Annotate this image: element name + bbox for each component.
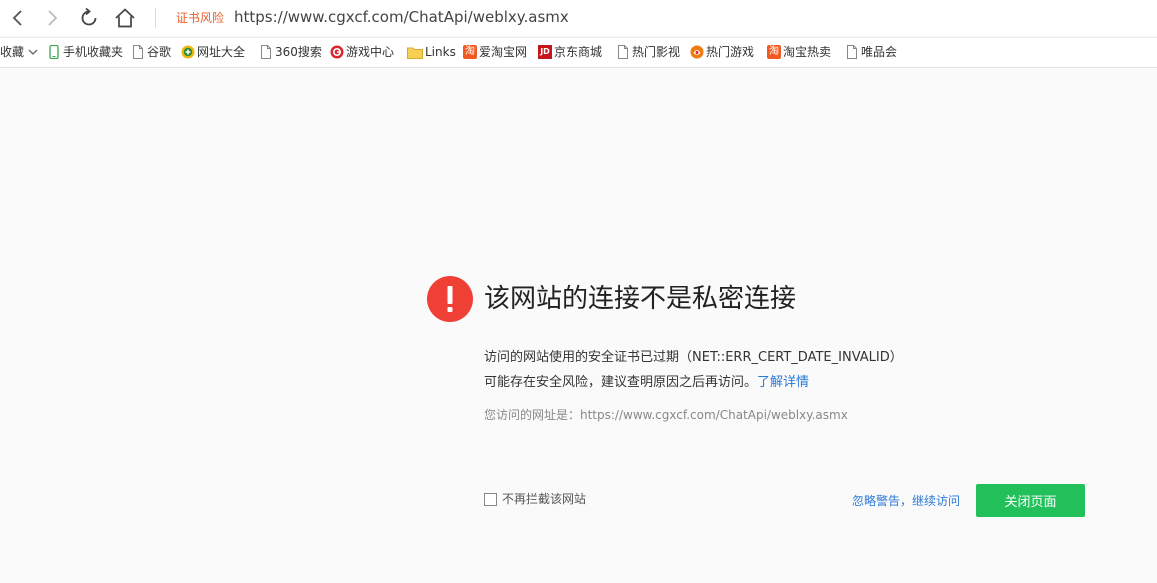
page-icon: [616, 45, 630, 59]
error-title: 该网站的连接不是私密连接: [484, 284, 797, 314]
error-description-line1: 访问的网站使用的安全证书已过期（NET::ERR_CERT_DATE_INVAL…: [484, 350, 903, 365]
ignore-warning-link[interactable]: 忽略警告，继续访问: [852, 493, 960, 509]
learn-more-link[interactable]: 了解详情: [757, 375, 809, 390]
dont-block-checkbox[interactable]: [484, 492, 497, 506]
bookmark-label: 淘宝热卖: [783, 45, 832, 59]
bookmark-label: 热门游戏: [706, 45, 755, 59]
browser-toolbar: 证书风险 https://www.cgxcf.com/ChatApi/weblx…: [0, 0, 1157, 36]
jd-glyph: JD: [540, 47, 550, 56]
page-icon: [131, 45, 145, 59]
bookmark-item[interactable]: JD 京东商城: [538, 44, 602, 60]
bookmark-label: 游戏中心: [346, 45, 395, 59]
bookmark-label: 爱淘宝网: [479, 45, 528, 59]
page-icon: [259, 45, 273, 59]
bookmark-item[interactable]: 网址大全: [181, 44, 245, 60]
bookmark-label: 谷歌: [147, 45, 172, 59]
taobao-glyph: 淘: [465, 46, 475, 57]
hot-games-icon: [690, 45, 704, 59]
exclamation-icon: [447, 286, 453, 312]
bookmark-label: 唯品会: [861, 45, 898, 59]
taobao-icon: 淘: [463, 45, 477, 59]
error-icon: [427, 276, 473, 322]
back-arrow-icon: [12, 10, 22, 26]
forward-arrow-icon: [48, 10, 58, 26]
bookmark-label: 360搜索: [275, 45, 322, 59]
bookmark-item[interactable]: 手机收藏夹: [47, 44, 123, 60]
home-icon: [115, 8, 135, 28]
phone-icon: [47, 45, 61, 59]
jd-icon: JD: [538, 45, 552, 59]
error-description-line2: 可能存在安全风险，建议查明原因之后再访问。了解详情: [484, 374, 809, 392]
bookmarks-folder-label: 收藏: [0, 45, 25, 59]
bookmark-label: 网址大全: [197, 45, 246, 59]
bookmarks-folder[interactable]: 收藏: [0, 44, 38, 60]
bookmark-item[interactable]: 热门游戏: [690, 44, 754, 60]
bookmark-item[interactable]: Links: [406, 44, 456, 60]
bookmark-label: Links: [425, 45, 456, 59]
bookmark-label: 京东商城: [554, 45, 603, 59]
back-button[interactable]: [5, 5, 31, 31]
bookmark-item[interactable]: 热门影视: [616, 44, 680, 60]
bookmark-label: 热门影视: [632, 45, 681, 59]
taobao-glyph: 淘: [769, 46, 779, 57]
dont-block-label: 不再拦截该网站: [502, 492, 587, 506]
bookmark-item[interactable]: 360搜索: [259, 44, 322, 60]
dont-block-option[interactable]: 不再拦截该网站: [484, 491, 586, 507]
directory-icon: [181, 45, 195, 59]
cert-risk-label[interactable]: 证书风险: [176, 10, 224, 26]
address-bar[interactable]: https://www.cgxcf.com/ChatApi/weblxy.asm…: [234, 7, 569, 27]
close-page-button[interactable]: 关闭页面: [976, 484, 1085, 517]
game-center-icon: [330, 45, 344, 59]
folder-icon: [406, 45, 423, 59]
bookmarks-bar: 收藏 手机收藏夹 谷歌 网址大全 360搜索 游戏中心 Links 淘 爱淘宝网…: [0, 37, 1157, 68]
bookmark-label: 手机收藏夹: [63, 45, 124, 59]
bookmark-item[interactable]: 谷歌: [131, 44, 171, 60]
error-description-text: 可能存在安全风险，建议查明原因之后再访问。: [484, 375, 758, 390]
reload-icon: [81, 7, 97, 26]
visited-url-text: 您访问的网址是：https://www.cgxcf.com/ChatApi/we…: [484, 408, 848, 422]
toolbar-separator: [155, 8, 156, 28]
bookmark-item[interactable]: 淘 爱淘宝网: [463, 44, 527, 60]
bookmark-item[interactable]: 淘 淘宝热卖: [767, 44, 831, 60]
bookmark-item[interactable]: 唯品会: [845, 44, 897, 60]
chevron-down-icon: [28, 49, 38, 55]
reload-button[interactable]: [76, 5, 102, 31]
forward-button[interactable]: [39, 5, 65, 31]
bookmark-item[interactable]: 游戏中心: [330, 44, 394, 60]
home-button[interactable]: [112, 5, 138, 31]
taobao-icon: 淘: [767, 45, 781, 59]
page-icon: [845, 45, 859, 59]
